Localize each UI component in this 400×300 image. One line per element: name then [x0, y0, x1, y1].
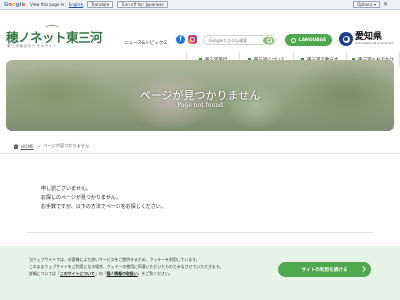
divider [27, 232, 373, 233]
news-topics-link[interactable]: ニュース&トピックス [124, 40, 168, 46]
about-site-link[interactable]: このサイトについて [60, 271, 95, 276]
continue-site-button[interactable]: サイトの利用を続ける [278, 262, 371, 277]
cookie-text-fragment: 」をご覧ください。 [137, 271, 173, 276]
language-button[interactable]: LANGUAGE [285, 34, 332, 46]
divider [0, 153, 400, 154]
globe-icon [290, 37, 296, 43]
message-line: 申し訳ございません。 [41, 186, 91, 192]
chevron-right-icon [360, 266, 366, 272]
aichi-name: 愛知県 [355, 32, 383, 42]
search-input[interactable] [209, 37, 269, 43]
cookie-line: 詳細については「このサイトについて」内「個人情報の取扱い」をご覧ください。 [29, 270, 223, 277]
aichi-emblem-icon [339, 32, 353, 46]
home-icon [13, 143, 19, 149]
site-logo-tagline: 東三河総合ポータルサイト [7, 44, 58, 48]
breadcrumb-current: ページが見つかりません [43, 143, 90, 148]
page-title: ページが見つかりません [139, 89, 261, 102]
close-icon[interactable]: ✕ [383, 1, 388, 8]
privacy-policy-link[interactable]: 個人情報の取扱い [107, 271, 138, 276]
aichi-prefecture-logo[interactable]: 愛知県 Aichi Prefectural Government [339, 32, 393, 46]
translate-options-button[interactable]: Options ▾ [353, 1, 380, 8]
cookie-text-fragment: 詳細については「 [29, 271, 60, 276]
not-found-message: 申し訳ございません。 お探しのページが見つかりません。 お手数ですが、以下の方法… [41, 185, 166, 212]
google-logo-letter: e [21, 1, 26, 8]
language-button-label: LANGUAGE [298, 37, 327, 43]
cookie-line: このままウェブサイトをご利用になる場合、クッキーの使用に同意いただいたものとみな… [29, 264, 224, 269]
turn-off-button[interactable]: Turn off for: Japanese [117, 1, 168, 8]
search-box [203, 35, 276, 45]
translate-language-select[interactable]: English [69, 2, 83, 7]
cookie-banner: 当ウェブサイトでは、お客様により良いサービスをご提供するため、クッキーを利用して… [0, 246, 400, 300]
message-line: お手数ですが、以下の方法でページをお探しください。 [41, 204, 166, 210]
translate-button[interactable]: Translate [87, 1, 114, 8]
message-line: お探しのページが見つかりません。 [41, 195, 121, 201]
instagram-icon[interactable] [188, 35, 197, 44]
translate-prompt: View this page in: [30, 2, 66, 7]
hero-banner: ページが見つかりません Page not found [6, 60, 394, 131]
facebook-icon[interactable]: f [176, 35, 185, 44]
cookie-notice-text: 当ウェブサイトでは、お客様により良いサービスをご提供するため、クッキーを利用して… [29, 256, 223, 277]
aichi-english-name: Aichi Prefectural Government [355, 42, 394, 45]
page-subtitle: Page not found [177, 102, 223, 109]
cookie-line: 当ウェブサイトでは、お客様により良いサービスをご提供するため、クッキーを利用して… [29, 257, 200, 262]
site-header: 穂ノネット東三河 東三河総合ポータルサイト ニュース&トピックス f LANGU… [0, 11, 400, 67]
continue-site-button-label: サイトの利用を続ける [301, 267, 348, 273]
search-icon[interactable] [263, 36, 274, 44]
google-logo: Google [4, 2, 25, 8]
cookie-text-fragment: 」内「 [94, 271, 107, 276]
translate-bar: Google View this page in: English Transl… [0, 0, 400, 10]
breadcrumb-home-link[interactable]: HOME [21, 144, 34, 149]
breadcrumb: HOME > ページが見つかりません [13, 143, 89, 149]
breadcrumb-separator: > [36, 143, 41, 149]
